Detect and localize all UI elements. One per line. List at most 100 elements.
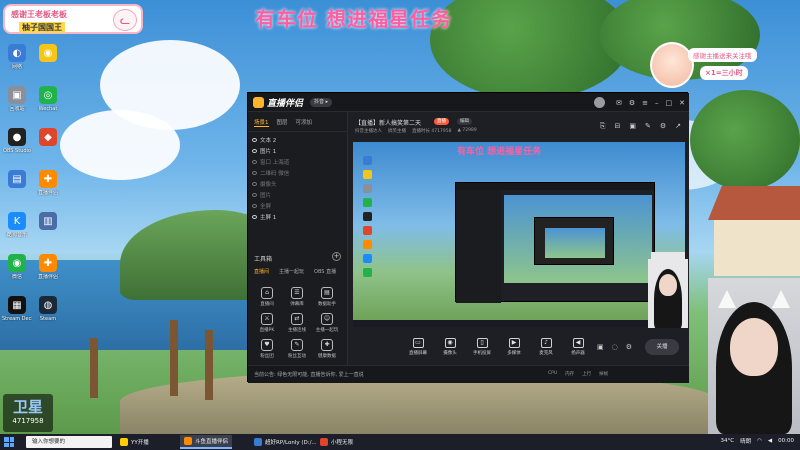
desktop-icon[interactable]: ▤ xyxy=(2,170,32,190)
desktop-icon[interactable]: ▦ Stream Deck xyxy=(2,296,32,322)
maximize-icon[interactable]: □ xyxy=(666,99,673,107)
temperature: 34°C xyxy=(720,438,735,444)
desktop-icon-label: 回收站 xyxy=(9,106,25,112)
message-icon[interactable]: ✉ xyxy=(616,99,622,107)
tab-scene[interactable]: 场景1 xyxy=(254,118,269,127)
face xyxy=(730,318,778,376)
eye-icon[interactable] xyxy=(252,137,257,142)
scene-item[interactable]: 图片 1 xyxy=(252,145,343,156)
desktop-icon[interactable]: ◎ Wechat xyxy=(33,86,63,112)
scene-item[interactable]: 全屏 xyxy=(252,200,343,211)
desktop-icon-label: 直播伴侣 xyxy=(37,190,58,196)
mini-control-icon[interactable]: ⚙ xyxy=(626,343,632,351)
tool-icon: ♥ xyxy=(261,339,273,351)
tab-layers[interactable]: 图层 xyxy=(277,118,288,127)
source-control[interactable]: ▶ 多媒体 xyxy=(499,338,529,356)
add-tool-button[interactable]: + xyxy=(332,252,341,261)
toolbar-icon[interactable]: ✎ xyxy=(645,122,651,131)
eye-icon[interactable] xyxy=(252,203,257,208)
preview-nested-window xyxy=(455,182,655,303)
source-control[interactable]: ♪ 麦克风 xyxy=(531,338,561,356)
titlebar[interactable]: 直播伴侣 抖音 ▸ ✉ ⚙ ≡ – □ ✕ xyxy=(248,93,689,112)
tool-button[interactable]: ⇄ 主播连线 xyxy=(282,313,312,333)
user-avatar[interactable] xyxy=(593,97,605,108)
toolbar-icon[interactable]: ↗ xyxy=(675,122,681,131)
toolbar-icon[interactable]: ⊟ xyxy=(614,122,620,131)
desktop-icon[interactable]: ▥ xyxy=(33,212,63,232)
eye-icon[interactable] xyxy=(252,214,257,219)
desktop-app-icon: ◉ xyxy=(8,254,26,272)
taskbar-app[interactable]: 小程无限 xyxy=(316,435,357,449)
scene-item[interactable]: 摄像头 xyxy=(252,178,343,189)
minimize-icon[interactable]: – xyxy=(655,99,659,107)
tab-coplay[interactable]: 主播一起玩 xyxy=(279,268,304,275)
network-icon[interactable]: ◠ xyxy=(757,438,762,444)
settings-icon[interactable]: ⚙ xyxy=(629,99,635,107)
tool-button[interactable]: ▤ 数据助手 xyxy=(312,287,342,307)
taskbar-app[interactable]: YY开播 xyxy=(116,435,153,449)
desktop-icon-label: Stream Deck xyxy=(2,316,32,322)
eye-icon[interactable] xyxy=(252,192,257,197)
tool-button[interactable]: ⌂ 直播间 xyxy=(252,287,282,307)
toolbar-icon[interactable]: ⚙ xyxy=(660,122,666,131)
toolbar-icon[interactable]: ▣ xyxy=(629,122,636,131)
scene-item[interactable]: 文本 2 xyxy=(252,134,343,145)
end-live-button[interactable]: 关播 xyxy=(645,339,679,355)
platform-badge[interactable]: 抖音 ▸ xyxy=(310,98,333,107)
tool-button[interactable]: ✎ 粉丝互动 xyxy=(282,339,312,359)
mini-control-icon[interactable]: ◌ xyxy=(612,343,618,351)
taskbar-app-label: YY开播 xyxy=(131,440,149,446)
volume-icon[interactable]: ◀ xyxy=(768,438,772,444)
source-control[interactable]: ◀ 扬声器 xyxy=(563,338,593,356)
mini-icon xyxy=(363,156,372,165)
status-stat: 掉帧 xyxy=(599,372,609,377)
mini-control-icon[interactable]: ▣ xyxy=(597,343,604,351)
taskbar-search[interactable]: 输入你想要的 xyxy=(26,436,112,448)
desktop-icon[interactable]: ● OBS Studio xyxy=(2,128,32,154)
desktop-icon[interactable]: K 酷狗音乐 xyxy=(2,212,32,238)
clock[interactable]: 00:00 xyxy=(778,438,794,444)
scene-item[interactable]: 窗口 上海道 xyxy=(252,156,343,167)
taskbar-app[interactable]: 斗鱼直播伴侣 xyxy=(180,435,233,449)
tool-button[interactable]: ☰ 弹幕库 xyxy=(282,287,312,307)
tab-room[interactable]: 直播间 xyxy=(254,268,269,275)
eye-icon[interactable] xyxy=(252,159,257,164)
scene-item[interactable]: 主屏 1 xyxy=(252,211,343,222)
desktop-icon[interactable]: ✚ 直播伴侣 xyxy=(33,254,63,280)
scene-item[interactable]: 二维码 微信 xyxy=(252,167,343,178)
source-control[interactable]: ▭ 直播屏幕 xyxy=(403,338,433,356)
source-control[interactable]: ◉ 摄像头 xyxy=(435,338,465,356)
close-icon[interactable]: ✕ xyxy=(679,99,685,107)
start-button[interactable] xyxy=(4,437,14,447)
viewer-count: 4717958 xyxy=(12,417,44,425)
desktop-icon[interactable]: ◐ 网络 xyxy=(2,44,32,70)
tool-button[interactable]: ♥ 粉丝团 xyxy=(252,339,282,359)
desktop-icon[interactable]: ◍ Steam xyxy=(33,296,63,322)
sidebar: 场景1 图层 可添加 文本 2 图片 1 窗口 上海道 二维码 微信 摄像头 图片 全屏 主屏… xyxy=(248,112,348,365)
desktop-icon[interactable]: ◆ xyxy=(33,128,63,148)
tab-obs[interactable]: OBS 直播 xyxy=(314,268,336,275)
source-control[interactable]: ▯ 手机投屏 xyxy=(467,338,497,356)
toolbar-icon[interactable]: ⎘ xyxy=(600,122,606,131)
scene-item[interactable]: 图片 xyxy=(252,189,343,200)
desktop-icon[interactable]: ◉ 微信 xyxy=(2,254,32,280)
eye-icon[interactable] xyxy=(252,170,257,175)
desktop-icon[interactable]: ✚ 直播伴侣 xyxy=(33,170,63,196)
source-control-icon: ◀ xyxy=(572,338,584,348)
scene-tabs: 场景1 图层 可添加 xyxy=(248,112,347,132)
preview-toolbar: ⎘ ⊟ ▣ ✎ ⚙ ↗ xyxy=(600,122,681,131)
menu-icon[interactable]: ≡ xyxy=(642,99,648,107)
edit-chip[interactable]: 编辑 xyxy=(457,118,472,125)
desktop-icon[interactable]: ▣ 回收站 xyxy=(2,86,32,112)
tool-button[interactable]: ⚔ 直播PK xyxy=(252,313,282,333)
eye-icon[interactable] xyxy=(252,148,257,153)
desktop-icon[interactable]: ◉ xyxy=(33,44,63,64)
live-chip[interactable]: 直播 xyxy=(434,118,449,125)
tab-add[interactable]: 可添加 xyxy=(296,118,313,127)
tool-button[interactable]: ☺ 主播一起玩 xyxy=(312,313,342,333)
taskbar-app[interactable]: 超好RP/Lonly (D:/... xyxy=(250,435,321,449)
tool-button[interactable]: ✚ 健康数据 xyxy=(312,339,342,359)
stream-preview[interactable]: 有车位 想进福星任务 xyxy=(353,142,685,327)
eye-icon[interactable] xyxy=(252,181,257,186)
desktop-icon-label: 网络 xyxy=(11,64,22,70)
